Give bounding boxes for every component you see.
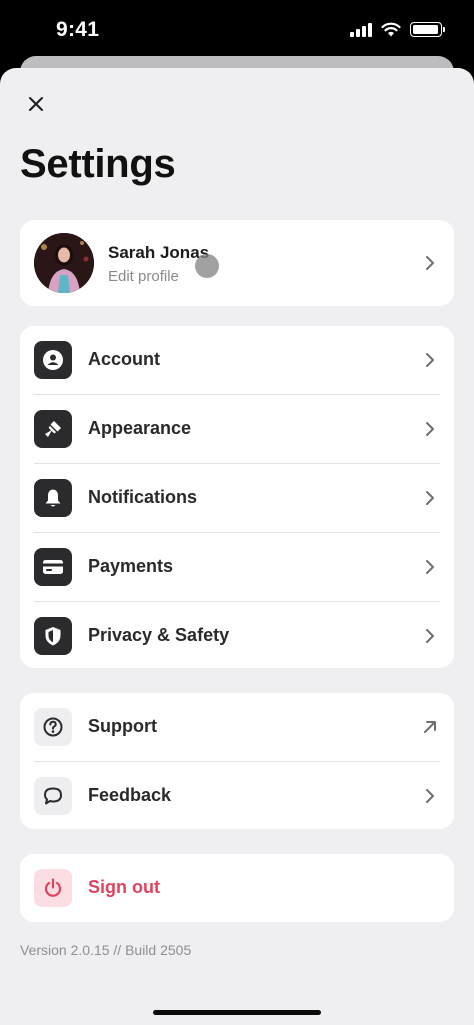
credit-card-icon xyxy=(34,548,72,586)
settings-item-feedback[interactable]: Feedback xyxy=(20,762,454,830)
external-arrow-icon xyxy=(424,721,436,733)
question-icon xyxy=(34,708,72,746)
chevron-right-icon xyxy=(426,353,434,367)
status-bar: 9:41 xyxy=(0,0,474,62)
chevron-right-icon xyxy=(426,560,434,574)
status-icons xyxy=(350,22,445,37)
profile-card[interactable]: Sarah Jonas Edit profile xyxy=(20,220,454,306)
avatar xyxy=(34,233,94,293)
settings-item-notifications[interactable]: Notifications xyxy=(20,464,454,532)
edit-profile-label: Edit profile xyxy=(108,268,179,285)
settings-item-support[interactable]: Support xyxy=(20,693,454,761)
account-icon xyxy=(34,341,72,379)
settings-list: Account Appearance Notifications Payment… xyxy=(20,326,454,668)
support-list: Support Feedback xyxy=(20,693,454,829)
chevron-right-icon xyxy=(426,422,434,436)
settings-item-label: Support xyxy=(88,716,157,736)
version-label: Version 2.0.15 // Build 2505 xyxy=(20,942,192,958)
touch-indicator xyxy=(195,254,219,278)
status-time: 9:41 xyxy=(56,18,100,41)
settings-item-label: Payments xyxy=(88,556,174,576)
settings-item-payments[interactable]: Payments xyxy=(20,533,454,601)
signout-card: Sign out xyxy=(20,854,454,922)
sign-out-button[interactable]: Sign out xyxy=(20,854,454,922)
settings-item-label: Privacy & Safety xyxy=(88,625,230,645)
chat-bubble-icon xyxy=(34,777,72,815)
page-title: Settings xyxy=(20,142,176,186)
home-indicator xyxy=(153,1010,321,1015)
settings-item-account[interactable]: Account xyxy=(20,326,454,394)
chevron-right-icon xyxy=(426,491,434,505)
settings-item-appearance[interactable]: Appearance xyxy=(20,395,454,463)
battery-icon xyxy=(410,22,445,37)
power-icon xyxy=(34,869,72,907)
settings-item-label: Account xyxy=(88,349,160,369)
wifi-icon xyxy=(381,22,401,37)
chevron-right-icon xyxy=(426,629,434,643)
settings-item-label: Feedback xyxy=(88,785,172,805)
profile-name: Sarah Jonas xyxy=(108,243,210,262)
signal-icon xyxy=(350,22,372,37)
settings-item-label: Notifications xyxy=(88,487,198,507)
close-button[interactable] xyxy=(22,90,50,118)
close-icon xyxy=(29,97,43,111)
paintbrush-icon xyxy=(34,410,72,448)
bell-icon xyxy=(34,479,72,517)
shield-icon xyxy=(34,617,72,655)
sign-out-label: Sign out xyxy=(88,877,160,897)
settings-item-privacy[interactable]: Privacy & Safety xyxy=(20,602,454,670)
chevron-right-icon xyxy=(426,256,434,270)
settings-item-label: Appearance xyxy=(88,418,192,438)
chevron-right-icon xyxy=(426,789,434,803)
